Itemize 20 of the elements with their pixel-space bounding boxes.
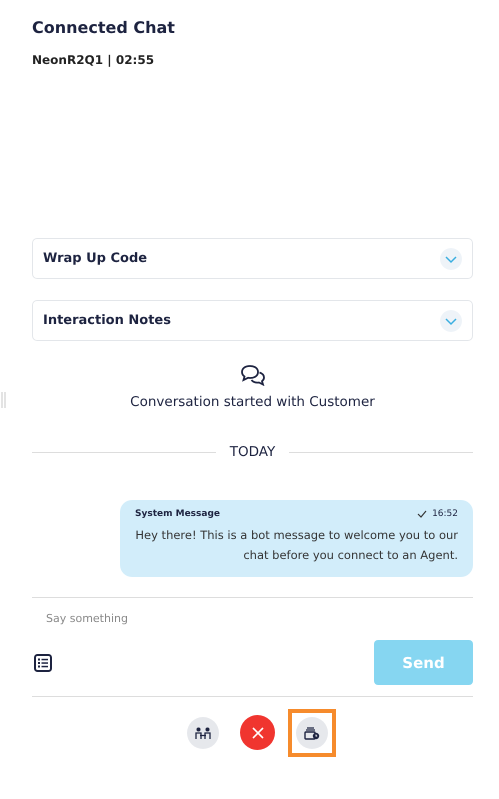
message-time: 16:52 [432,509,458,519]
chat-title: Connected Chat [32,18,176,37]
people-button[interactable] [187,716,219,748]
close-button[interactable] [240,715,275,750]
folder-clock-icon [304,726,320,740]
conversation-start-text: Conversation started with Customer [129,394,376,410]
accordion-header[interactable]: Interaction Notes [32,300,473,341]
chevron-icon [440,248,462,270]
message-sender: System Message [135,509,222,519]
chat-bubbles-icon [240,364,266,386]
close-icon [252,726,264,738]
chevron-icon [440,310,462,332]
chat-subtitle: NeonR2Q1 | 02:55 [32,53,156,67]
list-icon[interactable] [34,654,52,672]
hold-button[interactable] [296,716,328,748]
people-icon [195,726,211,738]
resize-handle[interactable] [1,392,6,408]
accordion-header[interactable]: Wrap Up Code [32,238,473,279]
day-divider-label: TODAY [230,444,276,460]
message-text: Hey there! This is a bot message to welcome you to our chat before you connect to an Agent. [135,527,458,564]
